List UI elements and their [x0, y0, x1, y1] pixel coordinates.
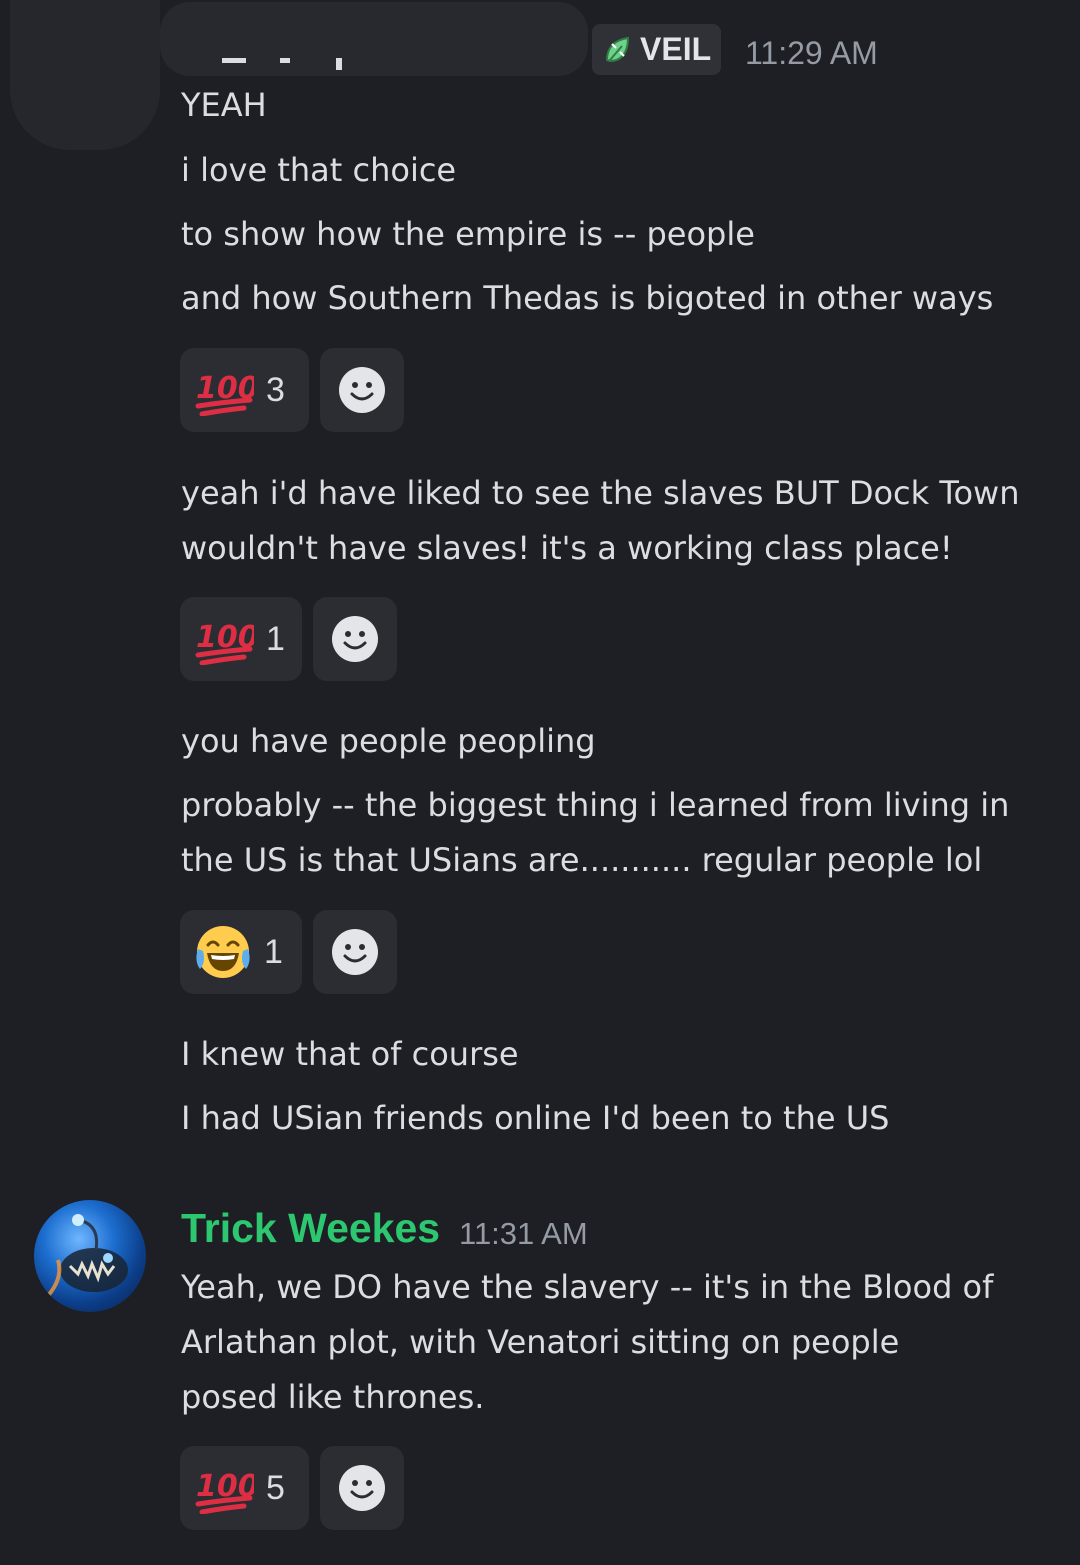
message-line: I knew that of course	[181, 1035, 519, 1073]
message-line: wouldn't have slaves! it's a working cla…	[181, 529, 953, 567]
message-line: yeah i'd have liked to see the slaves BU…	[181, 474, 1020, 512]
message-line: i love that choice	[181, 151, 457, 189]
message-timestamp: 11:29 AM	[745, 35, 878, 71]
message-line: probably -- the biggest thing i learned …	[181, 786, 1010, 824]
leaf-badge-icon	[605, 36, 630, 62]
add-reaction-button[interactable]	[313, 910, 397, 994]
message-line: posed like thrones.	[181, 1378, 485, 1416]
smiley-add-reaction-icon	[332, 929, 378, 975]
avatar[interactable]	[34, 1200, 146, 1312]
hundred-points-icon: 100	[195, 620, 254, 665]
add-reaction-button[interactable]	[320, 348, 404, 432]
redacted-avatar	[10, 0, 160, 150]
message-line: Arlathan plot, with Venatori sitting on …	[181, 1323, 900, 1361]
tears-of-joy-icon	[196, 926, 250, 978]
role-tag-label: VEIL	[640, 31, 712, 67]
message-line: YEAH	[181, 86, 267, 124]
add-reaction-button[interactable]	[313, 597, 397, 681]
reaction-hundred[interactable]: 100 3	[180, 348, 309, 432]
message-line: and how Southern Thedas is bigoted in ot…	[181, 279, 994, 317]
reaction-count: 3	[266, 370, 285, 409]
reaction-count: 5	[266, 1468, 285, 1507]
reaction-count: 1	[264, 932, 283, 971]
message-line: Yeah, we DO have the slavery -- it's in …	[181, 1268, 994, 1306]
message-line: I had USian friends online I'd been to t…	[181, 1099, 890, 1137]
message-timestamp: 11:31 AM	[459, 1216, 588, 1251]
reaction-hundred[interactable]: 100 1	[180, 597, 302, 681]
reaction-tears-of-joy[interactable]: 1	[180, 910, 302, 994]
message-line: to show how the empire is -- people	[181, 215, 755, 253]
message-line: you have people peopling	[181, 722, 596, 760]
smiley-add-reaction-icon	[339, 1465, 385, 1511]
smiley-add-reaction-icon	[339, 367, 385, 413]
role-tag[interactable]: VEIL	[592, 24, 721, 75]
reaction-hundred[interactable]: 100 5	[180, 1446, 309, 1530]
smiley-add-reaction-icon	[332, 616, 378, 662]
hundred-points-icon: 100	[195, 1469, 254, 1514]
message-line: the US is that USians are........... reg…	[181, 841, 983, 879]
anglerfish-avatar-icon	[42, 1214, 128, 1302]
hundred-points-icon: 100	[195, 371, 254, 416]
add-reaction-button[interactable]	[320, 1446, 404, 1530]
message-author[interactable]: Trick Weekes	[181, 1205, 440, 1252]
redacted-username-remnant	[190, 56, 350, 74]
reaction-count: 1	[266, 619, 285, 658]
